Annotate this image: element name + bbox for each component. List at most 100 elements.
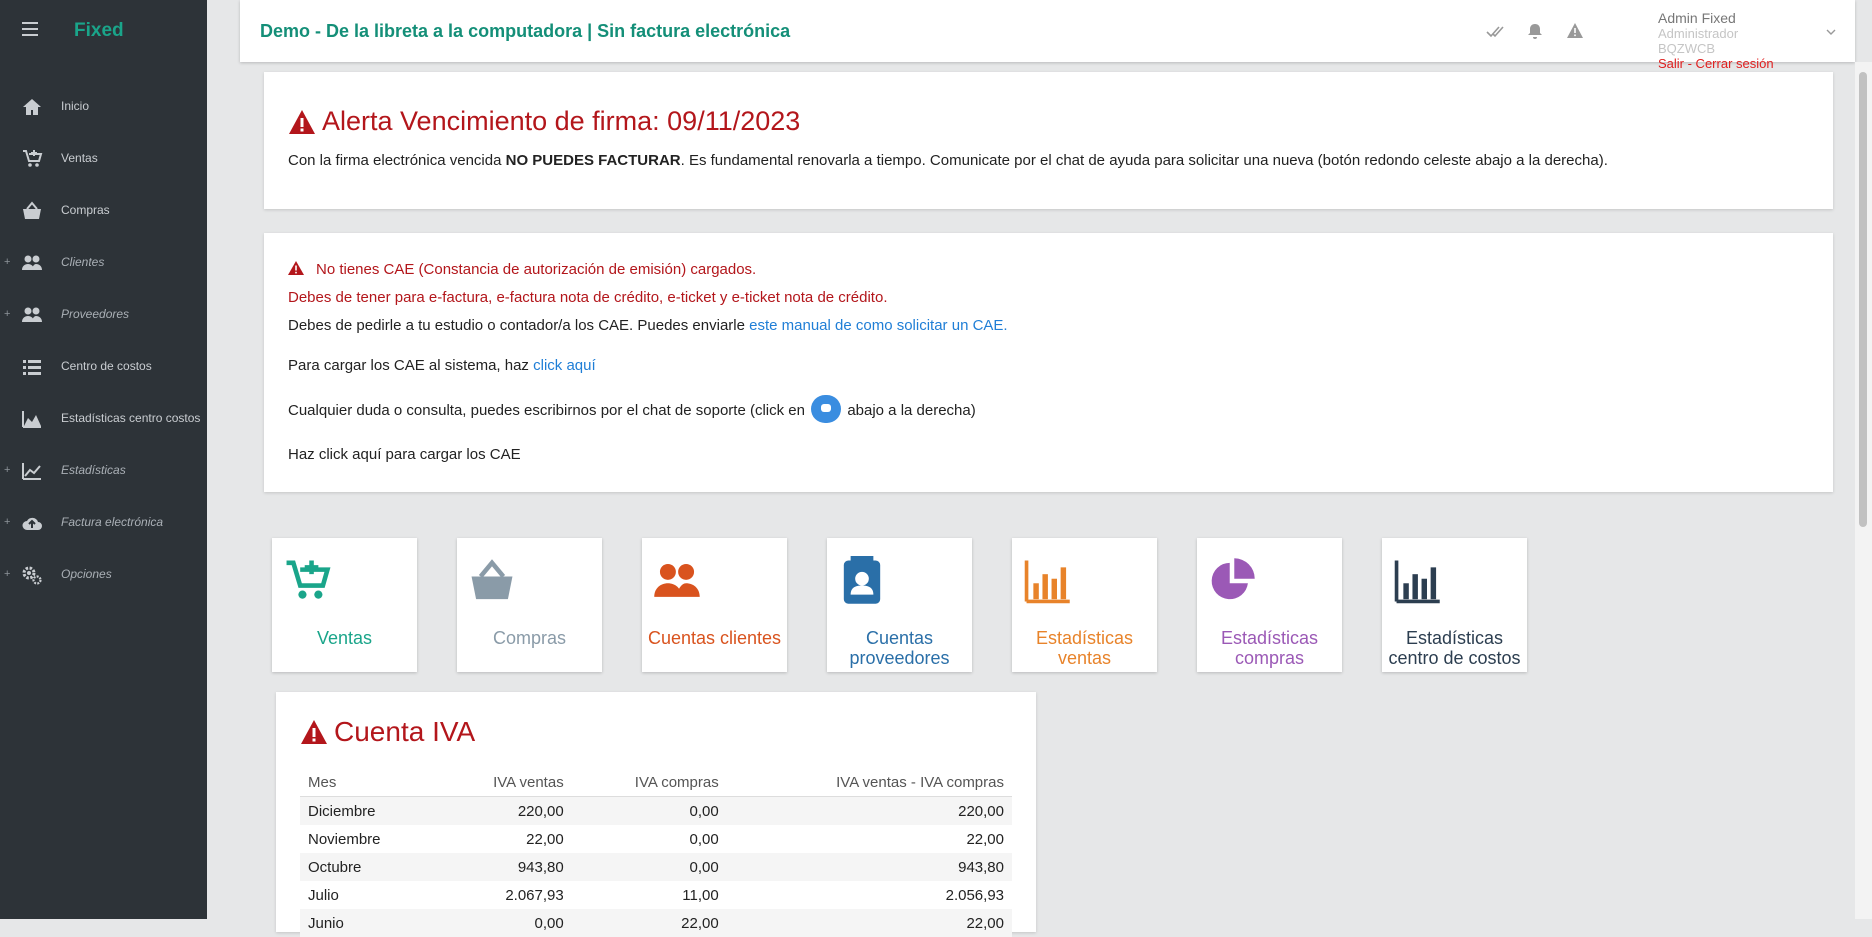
expand-plus-icon[interactable]: + [4,464,10,476]
home-icon [21,96,43,118]
cae-load-text[interactable]: Haz click aquí para cargar los CAE [288,446,521,463]
sidebar-item-label: Centro de costos [61,359,152,373]
shortcut-tile[interactable]: Cuentas clientes [642,538,787,672]
user-menu[interactable]: Admin Fixed Administrador BQZWCB Salir -… [1658,11,1774,71]
pie-chart-icon [1207,556,1257,606]
users-icon [21,252,43,274]
page-scrollbar[interactable] [1855,62,1872,919]
expand-plus-icon[interactable]: + [4,256,10,268]
iva-heading: Cuenta IVA [300,716,475,748]
table-cell: 0,00 [437,909,571,937]
gears-icon [21,564,43,586]
logout-link[interactable]: Salir - Cerrar sesión [1658,56,1774,71]
line-chart-icon [21,460,43,482]
users-icon [21,304,43,326]
cae-request-line: Debes de pedirle a tu estudio o contador… [288,317,1008,334]
line-chart-icon [21,460,43,482]
tile-label-line1: Estadísticas [1382,628,1527,648]
table-cell: 0,00 [572,797,727,826]
table-cell: 22,00 [727,909,1012,937]
sidebar-item-proveedores[interactable]: +Proveedores [0,288,207,340]
iva-table: MesIVA ventasIVA comprasIVA ventas - IVA… [300,768,1012,937]
warning-icon[interactable] [1566,22,1584,40]
sidebar-item-opciones[interactable]: + Opciones [0,548,207,600]
table-cell: Noviembre [300,825,437,853]
tile-label-line1: Ventas [272,628,417,648]
bar-chart-icon [1022,556,1072,606]
column-header: IVA ventas - IVA compras [727,768,1012,797]
alert-title: Alerta Vencimiento de firma: 09/11/2023 [322,106,800,137]
table-header-row: MesIVA ventasIVA comprasIVA ventas - IVA… [300,768,1012,797]
cae-warning-text: No tienes CAE (Constancia de autorizació… [316,261,756,278]
tile-label-line1: Estadísticas [1012,628,1157,648]
shortcut-tile[interactable]: Estadísticascentro de costos [1382,538,1527,672]
shortcut-tile[interactable]: Estadísticascompras [1197,538,1342,672]
sidebar-item-centro-de-costos[interactable]: Centro de costos [0,340,207,392]
alert-message-bold: NO PUEDES FACTURAR [506,152,681,169]
scrollbar-thumb[interactable] [1859,72,1867,527]
area-chart-icon [21,408,43,430]
double-check-icon[interactable] [1486,22,1504,40]
sidebar-item-estadísticas[interactable]: +Estadísticas [0,444,207,496]
shortcut-tile[interactable]: Estadísticasventas [1012,538,1157,672]
sidebar-item-estadísticas-centro-costos[interactable]: Estadísticas centro costos [0,392,207,444]
expand-plus-icon[interactable]: + [4,516,10,528]
table-cell: 943,80 [437,853,571,881]
cart-plus-icon [282,556,332,606]
users-icon [652,556,702,606]
table-cell: 2.056,93 [727,881,1012,909]
table-cell: 0,00 [572,853,727,881]
sidebar-item-inicio[interactable]: Inicio [0,80,207,132]
table-row: Diciembre220,000,00220,00 [300,797,1012,826]
table-row: Junio0,0022,0022,00 [300,909,1012,937]
bar-chart-icon [1392,556,1442,606]
user-code: BQZWCB [1658,41,1774,56]
table-cell: 22,00 [572,909,727,937]
sidebar-item-label: Inicio [61,99,89,113]
cae-manual-link[interactable]: este manual de como solicitar un CAE. [749,317,1007,334]
users-icon [21,304,43,326]
tile-label: Compras [457,628,602,648]
basket-icon [467,556,517,606]
shortcut-tile[interactable]: Cuentasproveedores [827,538,972,672]
table-row: Octubre943,800,00943,80 [300,853,1012,881]
cloud-upload-icon [21,512,43,534]
user-name: Admin Fixed [1658,11,1774,26]
cae-upload-link[interactable]: click aquí [533,357,596,374]
table-cell: 22,00 [727,825,1012,853]
sidebar-item-clientes[interactable]: +Clientes [0,236,207,288]
cart-plus-icon [21,148,43,170]
expand-plus-icon[interactable]: + [4,308,10,320]
iva-title: Cuenta IVA [334,716,475,748]
brand-logo[interactable]: Fixed [74,20,124,42]
column-header: IVA compras [572,768,727,797]
tile-label-line1: Cuentas [827,628,972,648]
table-cell: 22,00 [437,825,571,853]
tile-label: Ventas [272,628,417,648]
sidebar-item-label: Opciones [61,567,112,581]
sidebar-item-compras[interactable]: Compras [0,184,207,236]
list-icon [21,356,43,378]
tile-label: Estadísticascompras [1197,628,1342,668]
sidebar-item-ventas[interactable]: Ventas [0,132,207,184]
table-row: Julio2.067,9311,002.056,93 [300,881,1012,909]
table-row: Noviembre22,000,0022,00 [300,825,1012,853]
home-icon [21,96,43,118]
tile-label: Cuentas clientes [642,628,787,648]
cae-alert: No tienes CAE (Constancia de autorizació… [264,233,1833,492]
gears-icon [21,564,43,586]
pie-chart-icon [1207,556,1257,606]
expand-plus-icon[interactable]: + [4,568,10,580]
chevron-down-icon[interactable] [1825,26,1837,38]
shortcut-tile[interactable]: Ventas [272,538,417,672]
chat-bubble-icon[interactable] [811,395,841,423]
sidebar-item-factura-electrónica[interactable]: +Factura electrónica [0,496,207,548]
tile-label-line1: Cuentas clientes [642,628,787,648]
warning-icon [300,719,328,745]
bell-icon[interactable] [1526,22,1544,40]
menu-toggle-icon[interactable] [22,22,38,36]
signature-expiry-alert: Alerta Vencimiento de firma: 09/11/2023 … [264,72,1833,209]
support-chat-text-post: abajo a la derecha) [847,402,975,419]
support-chat-text: Cualquier duda o consulta, puedes escrib… [288,402,805,419]
shortcut-tile[interactable]: Compras [457,538,602,672]
